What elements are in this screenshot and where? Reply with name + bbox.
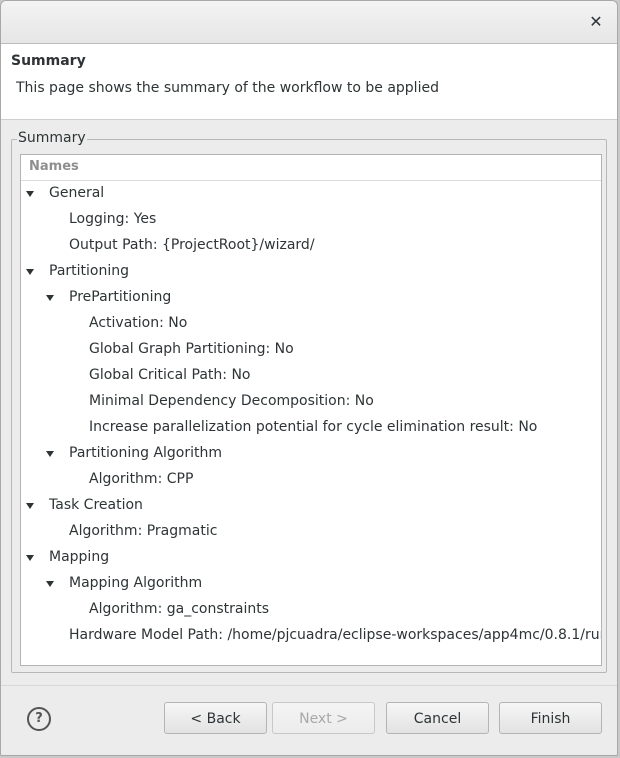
back-button[interactable]: < Back bbox=[164, 702, 267, 734]
tree-row-label: Algorithm: Pragmatic bbox=[69, 523, 218, 539]
page-description: This page shows the summary of the workf… bbox=[16, 80, 439, 96]
wizard-header: Summary This page shows the summary of t… bbox=[1, 44, 617, 120]
chevron-down-icon[interactable] bbox=[25, 189, 35, 199]
tree-row[interactable]: General bbox=[21, 180, 601, 206]
summary-group-label: Summary bbox=[17, 130, 87, 146]
tree-row-label: Minimal Dependency Decomposition: No bbox=[89, 393, 374, 409]
tree-row[interactable]: Partitioning bbox=[21, 258, 601, 284]
tree-row-label: Global Graph Partitioning: No bbox=[89, 341, 294, 357]
chevron-down-icon[interactable] bbox=[45, 579, 55, 589]
tree-row-label: Activation: No bbox=[89, 315, 188, 331]
chevron-down-icon[interactable] bbox=[25, 553, 35, 563]
tree-row[interactable]: Task Creation bbox=[21, 492, 601, 518]
chevron-down-icon[interactable] bbox=[45, 449, 55, 459]
cancel-button[interactable]: Cancel bbox=[386, 702, 489, 734]
tree-row-label: Partitioning bbox=[49, 263, 129, 279]
tree-row[interactable]: Minimal Dependency Decomposition: No bbox=[21, 388, 601, 414]
title-bar: ✕ bbox=[1, 1, 617, 44]
tree-row[interactable]: Activation: No bbox=[21, 310, 601, 336]
column-header-names: Names bbox=[29, 159, 79, 174]
tree-row[interactable]: Increase parallelization potential for c… bbox=[21, 414, 601, 440]
tree-row-label: Mapping Algorithm bbox=[69, 575, 203, 591]
page-title: Summary bbox=[11, 53, 86, 69]
chevron-down-icon[interactable] bbox=[25, 501, 35, 511]
tree-row[interactable]: Algorithm: ga_constraints bbox=[21, 596, 601, 622]
tree-row[interactable]: Global Graph Partitioning: No bbox=[21, 336, 601, 362]
tree-row[interactable]: Output Path: {ProjectRoot}/wizard/ bbox=[21, 232, 601, 258]
tree-column-header[interactable]: Names bbox=[21, 155, 601, 181]
tree-row-label: Logging: Yes bbox=[69, 211, 157, 227]
tree-row[interactable]: PrePartitioning bbox=[21, 284, 601, 310]
summary-tree[interactable]: Names General Logging: Yes Output Path: {P… bbox=[20, 154, 602, 666]
tree-row[interactable]: Partitioning Algorithm bbox=[21, 440, 601, 466]
tree-row-label: Global Critical Path: No bbox=[89, 367, 251, 383]
tree-row-label: Partitioning Algorithm bbox=[69, 445, 223, 461]
finish-button[interactable]: Finish bbox=[499, 702, 602, 734]
chevron-down-icon[interactable] bbox=[45, 293, 55, 303]
tree-row[interactable]: Hardware Model Path: /home/pjcuadra/ecli… bbox=[21, 622, 601, 648]
wizard-dialog: ✕ Summary This page shows the summary of… bbox=[0, 0, 618, 756]
tree-row-label: Increase parallelization potential for c… bbox=[89, 419, 538, 435]
tree-row[interactable]: Algorithm: CPP bbox=[21, 466, 601, 492]
next-button[interactable]: Next > bbox=[272, 702, 375, 734]
tree-row[interactable]: Global Critical Path: No bbox=[21, 362, 601, 388]
tree-row[interactable]: Mapping Algorithm bbox=[21, 570, 601, 596]
tree-row[interactable]: Mapping bbox=[21, 544, 601, 570]
tree-row-label: Algorithm: ga_constraints bbox=[89, 601, 269, 617]
tree-row-label: Task Creation bbox=[49, 497, 143, 513]
footer-divider bbox=[1, 685, 617, 686]
tree-row-label: Output Path: {ProjectRoot}/wizard/ bbox=[69, 237, 315, 253]
tree-row-label: Algorithm: CPP bbox=[89, 471, 194, 487]
chevron-down-icon[interactable] bbox=[25, 267, 35, 277]
tree-row-label: Hardware Model Path: /home/pjcuadra/ecli… bbox=[69, 627, 602, 643]
tree-row-label: Mapping bbox=[49, 549, 110, 565]
tree-row-label: General bbox=[49, 185, 105, 201]
close-icon[interactable]: ✕ bbox=[587, 13, 605, 31]
tree-row[interactable]: Logging: Yes bbox=[21, 206, 601, 232]
help-icon[interactable]: ? bbox=[27, 707, 51, 731]
tree-row-label: PrePartitioning bbox=[69, 289, 172, 305]
tree-row[interactable]: Algorithm: Pragmatic bbox=[21, 518, 601, 544]
